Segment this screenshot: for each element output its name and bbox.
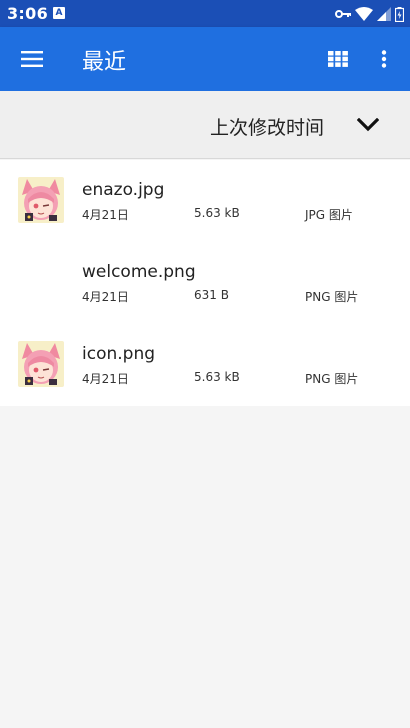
- file-size: 5.63 kB: [194, 370, 240, 384]
- file-date: 4月21日: [82, 290, 129, 304]
- file-name: icon.png: [82, 344, 156, 364]
- status-icons: [331, 5, 404, 23]
- sort-order-toggle[interactable]: [350, 109, 386, 141]
- file-type: PNG 图片: [305, 290, 359, 304]
- list-item-welcome[interactable]: welcome.png 4月21日 631 B PNG 图片: [0, 242, 410, 324]
- app-bar: 最近: [0, 27, 410, 91]
- battery-charging-icon: [395, 6, 404, 22]
- file-list: enazo.jpg 4月21日 5.63 kB JPG 图片 welcome.p…: [0, 160, 410, 406]
- file-type: JPG 图片: [305, 208, 353, 222]
- file-date: 4月21日: [82, 372, 129, 386]
- file-size: 631 B: [194, 288, 229, 302]
- anime-girl-thumbnail-icon: [18, 341, 64, 387]
- status-time: 3:06: [7, 4, 48, 23]
- file-name: welcome.png: [82, 262, 196, 282]
- file-name: enazo.jpg: [82, 180, 165, 200]
- list-item-icon[interactable]: icon.png 4月21日 5.63 kB PNG 图片: [0, 324, 410, 406]
- file-type: PNG 图片: [305, 372, 359, 386]
- page-title: 最近: [82, 50, 127, 75]
- anime-girl-thumbnail-icon: [18, 177, 64, 223]
- chevron-down-icon: [357, 118, 379, 132]
- sort-by-label[interactable]: 上次修改时间: [210, 113, 324, 140]
- list-item-enazo[interactable]: enazo.jpg 4月21日 5.63 kB JPG 图片: [0, 160, 410, 242]
- grid-view-button[interactable]: [318, 39, 358, 79]
- vpn-key-icon: [335, 10, 351, 18]
- file-thumbnail: [18, 177, 64, 223]
- notification-badge-icon: A: [53, 7, 65, 19]
- file-thumbnail: [18, 341, 64, 387]
- menu-button[interactable]: [12, 39, 52, 79]
- grid-view-icon: [328, 51, 348, 67]
- more-options-button[interactable]: [366, 39, 402, 79]
- more-vert-icon: [381, 50, 387, 68]
- hamburger-menu-icon: [21, 51, 43, 67]
- status-bar: 3:06 A: [0, 0, 410, 27]
- wifi-icon: [355, 7, 373, 21]
- file-date: 4月21日: [82, 208, 129, 222]
- file-size: 5.63 kB: [194, 206, 240, 220]
- sort-bar: 上次修改时间: [0, 91, 410, 159]
- cell-signal-icon: [377, 7, 391, 21]
- file-thumbnail: [18, 259, 64, 305]
